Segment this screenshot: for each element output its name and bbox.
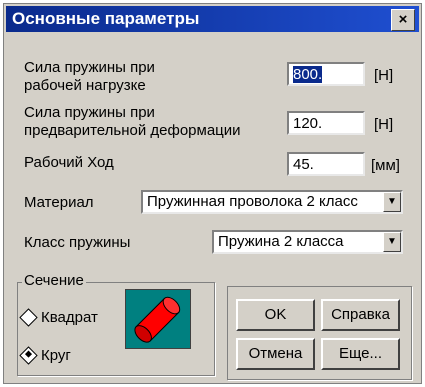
spring-force-label: Сила пружины при рабочей нагрузке [24, 59, 155, 94]
preload-force-label: Сила пружины при предварительной деформа… [24, 104, 241, 139]
dialog-window: Основные параметры × Сила пружины при ра… [3, 3, 422, 384]
stroke-unit: [мм] [371, 157, 400, 174]
chevron-down-icon[interactable]: ▼ [383, 192, 401, 212]
radio-circle[interactable]: Круг [19, 346, 71, 365]
stroke-label: Рабочий Ход [24, 154, 114, 171]
preload-force-input[interactable]: 120. [287, 111, 365, 135]
radio-square[interactable]: Квадрат [19, 308, 98, 327]
section-preview [125, 289, 191, 349]
spring-class-label: Класс пружины [24, 234, 131, 251]
window-title: Основные параметры [12, 9, 200, 28]
close-button[interactable]: × [391, 9, 415, 31]
material-label: Материал [24, 194, 94, 211]
spring-force-unit: [Н] [374, 67, 394, 84]
radio-circle-indicator[interactable] [19, 346, 38, 365]
more-button[interactable]: Еще... [321, 338, 400, 370]
radio-square-indicator[interactable] [19, 308, 38, 327]
section-legend: Сечение [22, 272, 86, 289]
material-combo[interactable]: Пружинная проволока 2 класс ▼ [141, 190, 403, 214]
spring-class-combo[interactable]: Пружина 2 класса ▼ [212, 230, 403, 254]
stroke-input[interactable]: 45. [287, 152, 365, 176]
cancel-button[interactable]: Отмена [236, 338, 315, 370]
preload-force-unit: [Н] [374, 116, 394, 133]
title-bar: Основные параметры × [6, 6, 419, 32]
chevron-down-icon[interactable]: ▼ [383, 232, 401, 252]
ok-button[interactable]: OK [236, 299, 315, 331]
help-button[interactable]: Справка [321, 299, 400, 331]
spring-force-input[interactable]: 800. [287, 62, 365, 86]
